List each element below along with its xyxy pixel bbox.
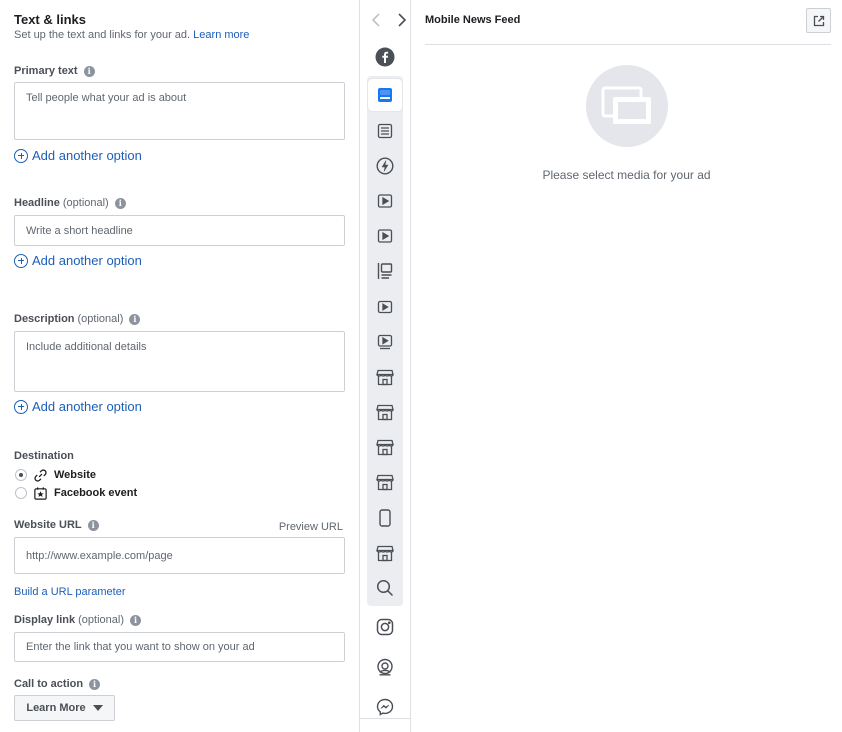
in-stream-video-icon[interactable] [373, 189, 397, 213]
destination-website-option[interactable]: Website [15, 467, 96, 483]
chevron-left-icon[interactable] [368, 11, 384, 29]
plus-circle-icon [14, 253, 28, 268]
plus-circle-icon [14, 148, 28, 163]
primary-text-input[interactable]: Tell people what your ad is about [14, 82, 345, 140]
placement-nav [368, 11, 410, 29]
in-stream-video-alt-icon[interactable] [373, 224, 397, 248]
learn-more-link[interactable]: Learn more [193, 29, 249, 41]
description-input[interactable]: Include additional details [14, 331, 345, 392]
marketplace-alt-icon[interactable] [373, 400, 397, 424]
marketplace-stories-icon[interactable] [373, 541, 397, 565]
preview-divider [425, 44, 831, 45]
marketplace-icon[interactable] [373, 365, 397, 389]
plus-circle-icon [14, 399, 28, 414]
video-feeds-icon[interactable] [373, 295, 397, 319]
info-icon[interactable]: i [89, 678, 101, 690]
suggested-video-icon[interactable] [373, 330, 397, 354]
primary-text-add-option[interactable]: Add another option [14, 148, 142, 163]
info-icon[interactable]: i [130, 614, 141, 626]
mobile-feed-icon[interactable] [368, 79, 402, 111]
stories-icon[interactable] [373, 506, 397, 530]
display-link-label: Display link (optional) i [14, 614, 141, 626]
description-label: Description (optional) i [14, 313, 141, 325]
search-icon[interactable] [373, 576, 397, 600]
destination-event-option[interactable]: Facebook event [15, 485, 137, 501]
headline-input[interactable]: Write a short headline [14, 215, 345, 246]
caret-down-icon [92, 705, 103, 711]
build-url-parameter-link[interactable]: Build a URL parameter [14, 586, 125, 598]
chevron-right-icon[interactable] [394, 11, 410, 29]
display-link-input[interactable]: Enter the link that you want to show on … [14, 632, 345, 662]
destination-label: Destination [14, 450, 74, 462]
messenger-icon[interactable] [373, 695, 397, 719]
empty-media-message: Please select media for your ad [542, 168, 711, 182]
info-icon[interactable]: i [87, 519, 99, 531]
facebook-icon[interactable] [373, 45, 397, 69]
external-link-icon [813, 15, 824, 26]
calendar-star-icon [32, 485, 48, 501]
headline-label: Headline (optional) i [14, 197, 126, 209]
open-preview-button[interactable] [806, 8, 831, 33]
call-to-action-dropdown[interactable]: Learn More [14, 695, 115, 721]
instant-articles-icon[interactable] [373, 154, 397, 178]
preview-url-link[interactable]: Preview URL [279, 521, 343, 533]
website-url-label: Website URL i [14, 519, 99, 531]
description-add-option[interactable]: Add another option [14, 399, 142, 414]
strip-divider [360, 718, 410, 719]
desktop-feed-icon[interactable] [373, 119, 397, 143]
ad-preview-panel: Mobile News Feed Please select media for… [411, 0, 842, 732]
right-column-icon[interactable] [373, 259, 397, 283]
text-and-links-panel: Text & links Set up the text and links f… [0, 0, 360, 732]
info-icon[interactable]: i [83, 65, 95, 77]
marketplace-listing-icon[interactable] [373, 470, 397, 494]
section-subtitle: Set up the text and links for your ad. L… [14, 29, 250, 41]
preview-title: Mobile News Feed [425, 14, 521, 26]
placement-strip [360, 0, 411, 732]
section-title: Text & links [14, 12, 87, 27]
call-to-action-label: Call to action i [14, 678, 101, 690]
primary-text-label: Primary text i [14, 65, 95, 77]
media-placeholder-icon [586, 65, 668, 147]
link-icon [32, 467, 48, 483]
website-url-input[interactable]: http://www.example.com/page [14, 537, 345, 574]
info-icon[interactable]: i [114, 197, 126, 209]
instagram-icon[interactable] [373, 615, 397, 639]
info-icon[interactable]: i [129, 313, 141, 325]
radio-selected[interactable] [15, 469, 27, 481]
headline-add-option[interactable]: Add another option [14, 253, 142, 268]
marketplace-search-icon[interactable] [373, 435, 397, 459]
audience-network-icon[interactable] [373, 655, 397, 679]
radio-unselected[interactable] [15, 487, 27, 499]
